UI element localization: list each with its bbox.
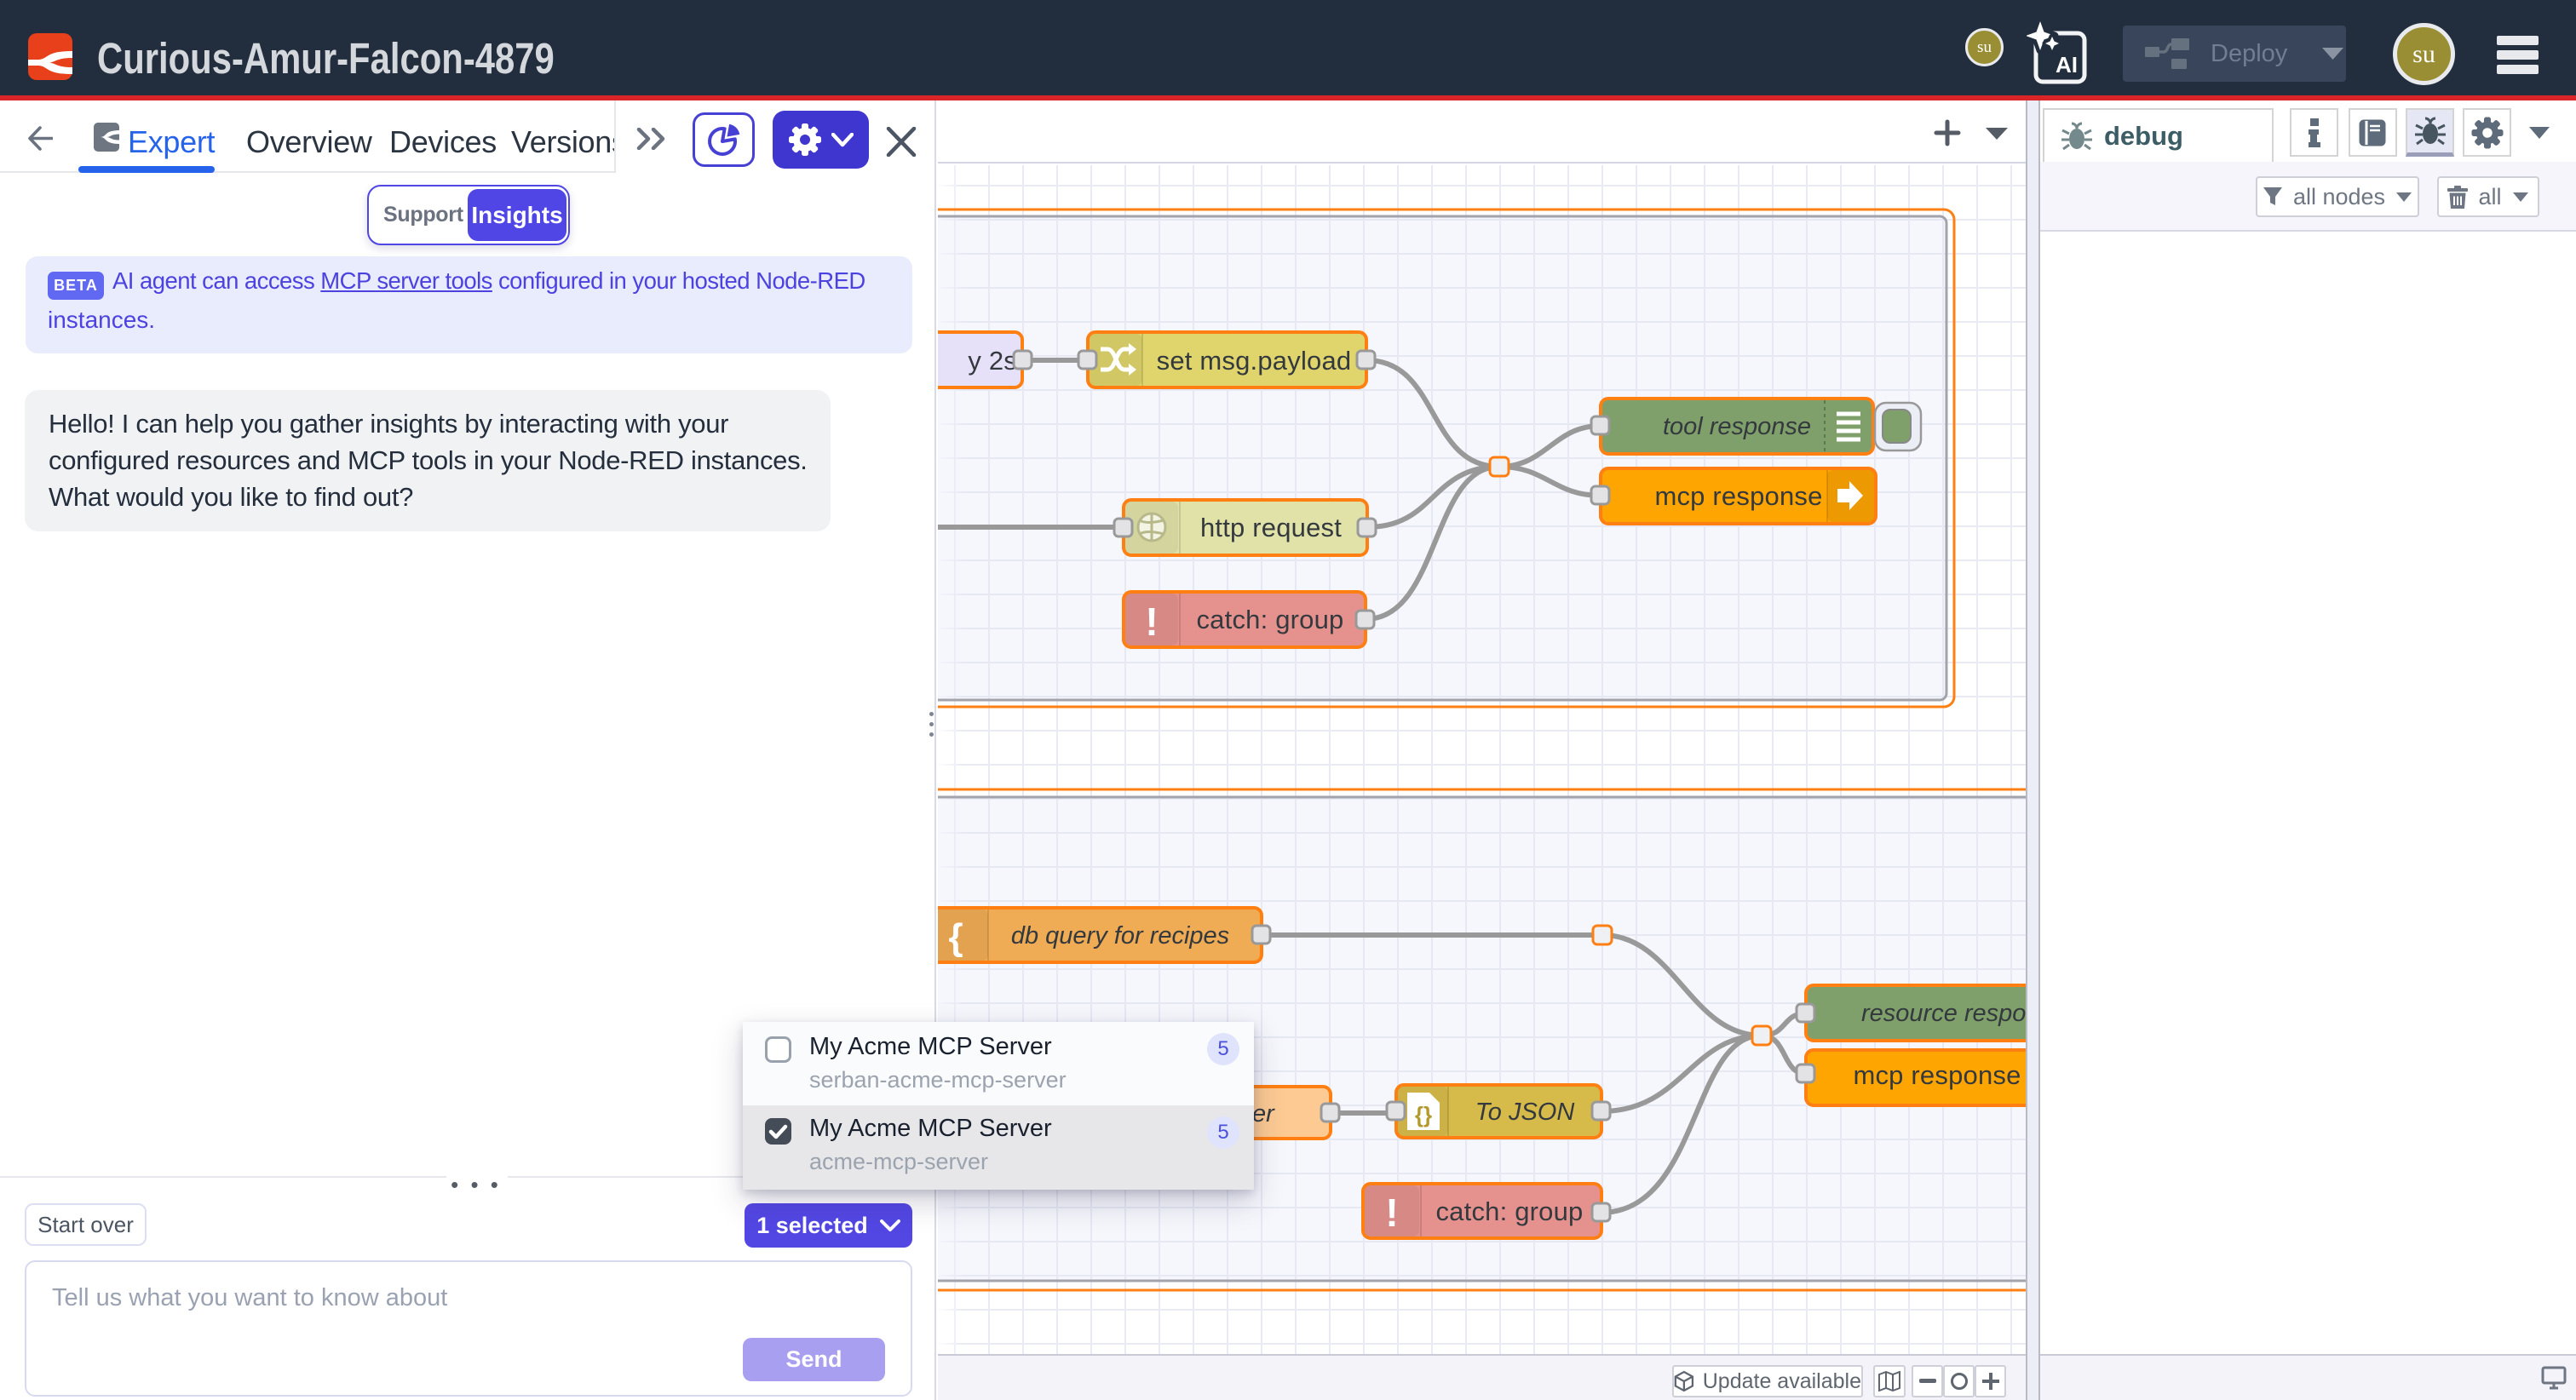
svg-text:{}: {} — [1415, 1102, 1432, 1127]
svg-text:resource response: resource response — [1861, 1000, 2026, 1027]
svg-text:er: er — [1252, 1100, 1275, 1127]
svg-text:To JSON: To JSON — [1475, 1099, 1575, 1126]
svg-text:mcp response: mcp response — [1853, 1060, 2021, 1090]
svg-text:http request: http request — [1200, 513, 1342, 542]
svg-text:!: ! — [1385, 1191, 1398, 1235]
svg-text:AI: AI — [2056, 52, 2078, 77]
svg-text:mcp response: mcp response — [1654, 481, 1822, 511]
svg-text:catch: group: catch: group — [1435, 1196, 1583, 1226]
svg-text:db query for recipes: db query for recipes — [1011, 922, 1229, 950]
svg-text:catch: group: catch: group — [1196, 605, 1343, 634]
svg-text:set msg.payload: set msg.payload — [1157, 346, 1352, 376]
svg-text:!: ! — [1145, 600, 1158, 644]
svg-text:{: { — [948, 916, 963, 958]
svg-text:tool response: tool response — [1663, 413, 1811, 440]
svg-text:y 2s: y 2s — [968, 346, 1017, 376]
